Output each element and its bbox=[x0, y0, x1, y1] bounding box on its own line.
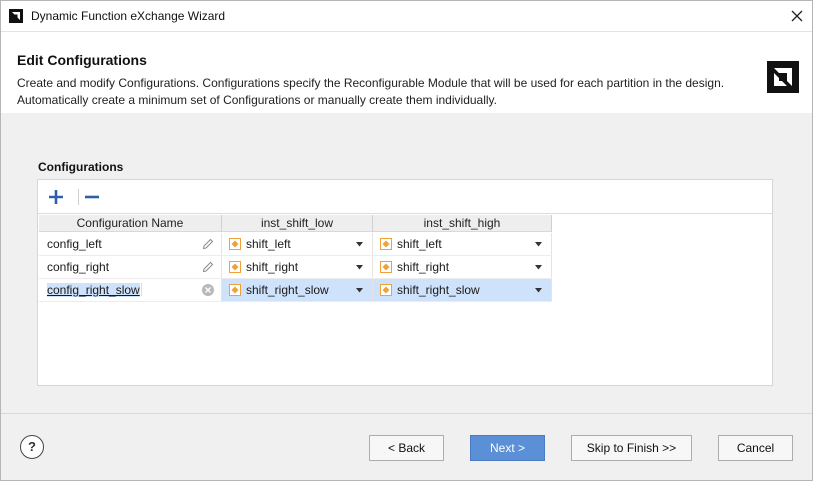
chevron-down-icon bbox=[356, 288, 363, 293]
module-select-low[interactable]: shift_right bbox=[222, 256, 373, 278]
configuration-name: config_right bbox=[47, 260, 110, 274]
text-caret bbox=[140, 283, 142, 296]
add-configuration-button[interactable] bbox=[46, 187, 66, 207]
plus-icon bbox=[46, 187, 66, 207]
window-title: Dynamic Function eXchange Wizard bbox=[31, 9, 226, 23]
amd-app-icon bbox=[9, 9, 23, 23]
module-select-high[interactable]: shift_right_slow bbox=[373, 279, 552, 301]
module-icon bbox=[380, 284, 392, 296]
back-button[interactable]: < Back bbox=[369, 435, 444, 461]
footer-divider bbox=[1, 413, 812, 414]
page-description-line1: Create and modify Configurations. Config… bbox=[17, 76, 725, 90]
chevron-down-icon bbox=[535, 288, 542, 293]
configuration-name-input[interactable]: config_right_slow bbox=[47, 279, 142, 301]
module-value: shift_right_slow bbox=[246, 283, 329, 297]
module-icon bbox=[229, 284, 241, 296]
next-button[interactable]: Next > bbox=[470, 435, 545, 461]
chevron-down-icon bbox=[535, 242, 542, 247]
minus-icon bbox=[82, 187, 102, 207]
table-header: Configuration Name inst_shift_low inst_s… bbox=[39, 215, 552, 232]
table-row[interactable]: config_left shift_left shift_left bbox=[39, 233, 552, 256]
page-description-line2: Automatically create a minimum set of Co… bbox=[17, 93, 497, 107]
module-select-low[interactable]: shift_right_slow bbox=[222, 279, 373, 301]
amd-logo-icon bbox=[767, 61, 799, 93]
wizard-header: Edit Configurations Create and modify Co… bbox=[1, 31, 812, 113]
module-value: shift_left bbox=[397, 237, 442, 251]
help-button[interactable]: ? bbox=[20, 435, 44, 459]
module-select-low[interactable]: shift_left bbox=[222, 233, 373, 255]
wizard-window: Dynamic Function eXchange Wizard Edit Co… bbox=[0, 0, 813, 481]
configuration-name: config_left bbox=[47, 237, 102, 251]
table-toolbar bbox=[38, 180, 772, 214]
page-title: Edit Configurations bbox=[17, 52, 147, 68]
column-header-inst-shift-low[interactable]: inst_shift_low bbox=[222, 215, 373, 232]
skip-to-finish-button[interactable]: Skip to Finish >> bbox=[571, 435, 692, 461]
module-select-high[interactable]: shift_right bbox=[373, 256, 552, 278]
configuration-name: config_right_slow bbox=[47, 283, 140, 297]
remove-configuration-button[interactable] bbox=[82, 187, 102, 207]
configuration-name-cell[interactable]: config_right bbox=[39, 256, 222, 278]
table-row[interactable]: config_right shift_right shift_right bbox=[39, 256, 552, 279]
pencil-icon[interactable] bbox=[201, 237, 215, 251]
module-icon bbox=[229, 261, 241, 273]
module-value: shift_left bbox=[246, 237, 291, 251]
column-header-inst-shift-high[interactable]: inst_shift_high bbox=[373, 215, 552, 232]
toolbar-divider bbox=[78, 189, 79, 205]
configurations-panel: Configuration Name inst_shift_low inst_s… bbox=[37, 179, 773, 386]
title-bar: Dynamic Function eXchange Wizard bbox=[1, 1, 812, 31]
chevron-down-icon bbox=[356, 242, 363, 247]
close-icon[interactable] bbox=[784, 5, 810, 27]
module-select-high[interactable]: shift_left bbox=[373, 233, 552, 255]
module-value: shift_right bbox=[246, 260, 299, 274]
table-row[interactable]: config_right_slow shift_right_slow shift… bbox=[39, 279, 552, 302]
configuration-name-cell[interactable]: config_left bbox=[39, 233, 222, 255]
chevron-down-icon bbox=[356, 265, 363, 270]
module-value: shift_right_slow bbox=[397, 283, 480, 297]
chevron-down-icon bbox=[535, 265, 542, 270]
configuration-name-cell[interactable]: config_right_slow bbox=[39, 279, 222, 301]
pencil-icon[interactable] bbox=[201, 260, 215, 274]
section-label: Configurations bbox=[38, 160, 124, 174]
module-icon bbox=[380, 238, 392, 250]
module-icon bbox=[380, 261, 392, 273]
cancel-button[interactable]: Cancel bbox=[718, 435, 793, 461]
column-header-configuration-name[interactable]: Configuration Name bbox=[39, 215, 222, 232]
clear-icon[interactable] bbox=[201, 283, 215, 297]
module-icon bbox=[229, 238, 241, 250]
module-value: shift_right bbox=[397, 260, 450, 274]
